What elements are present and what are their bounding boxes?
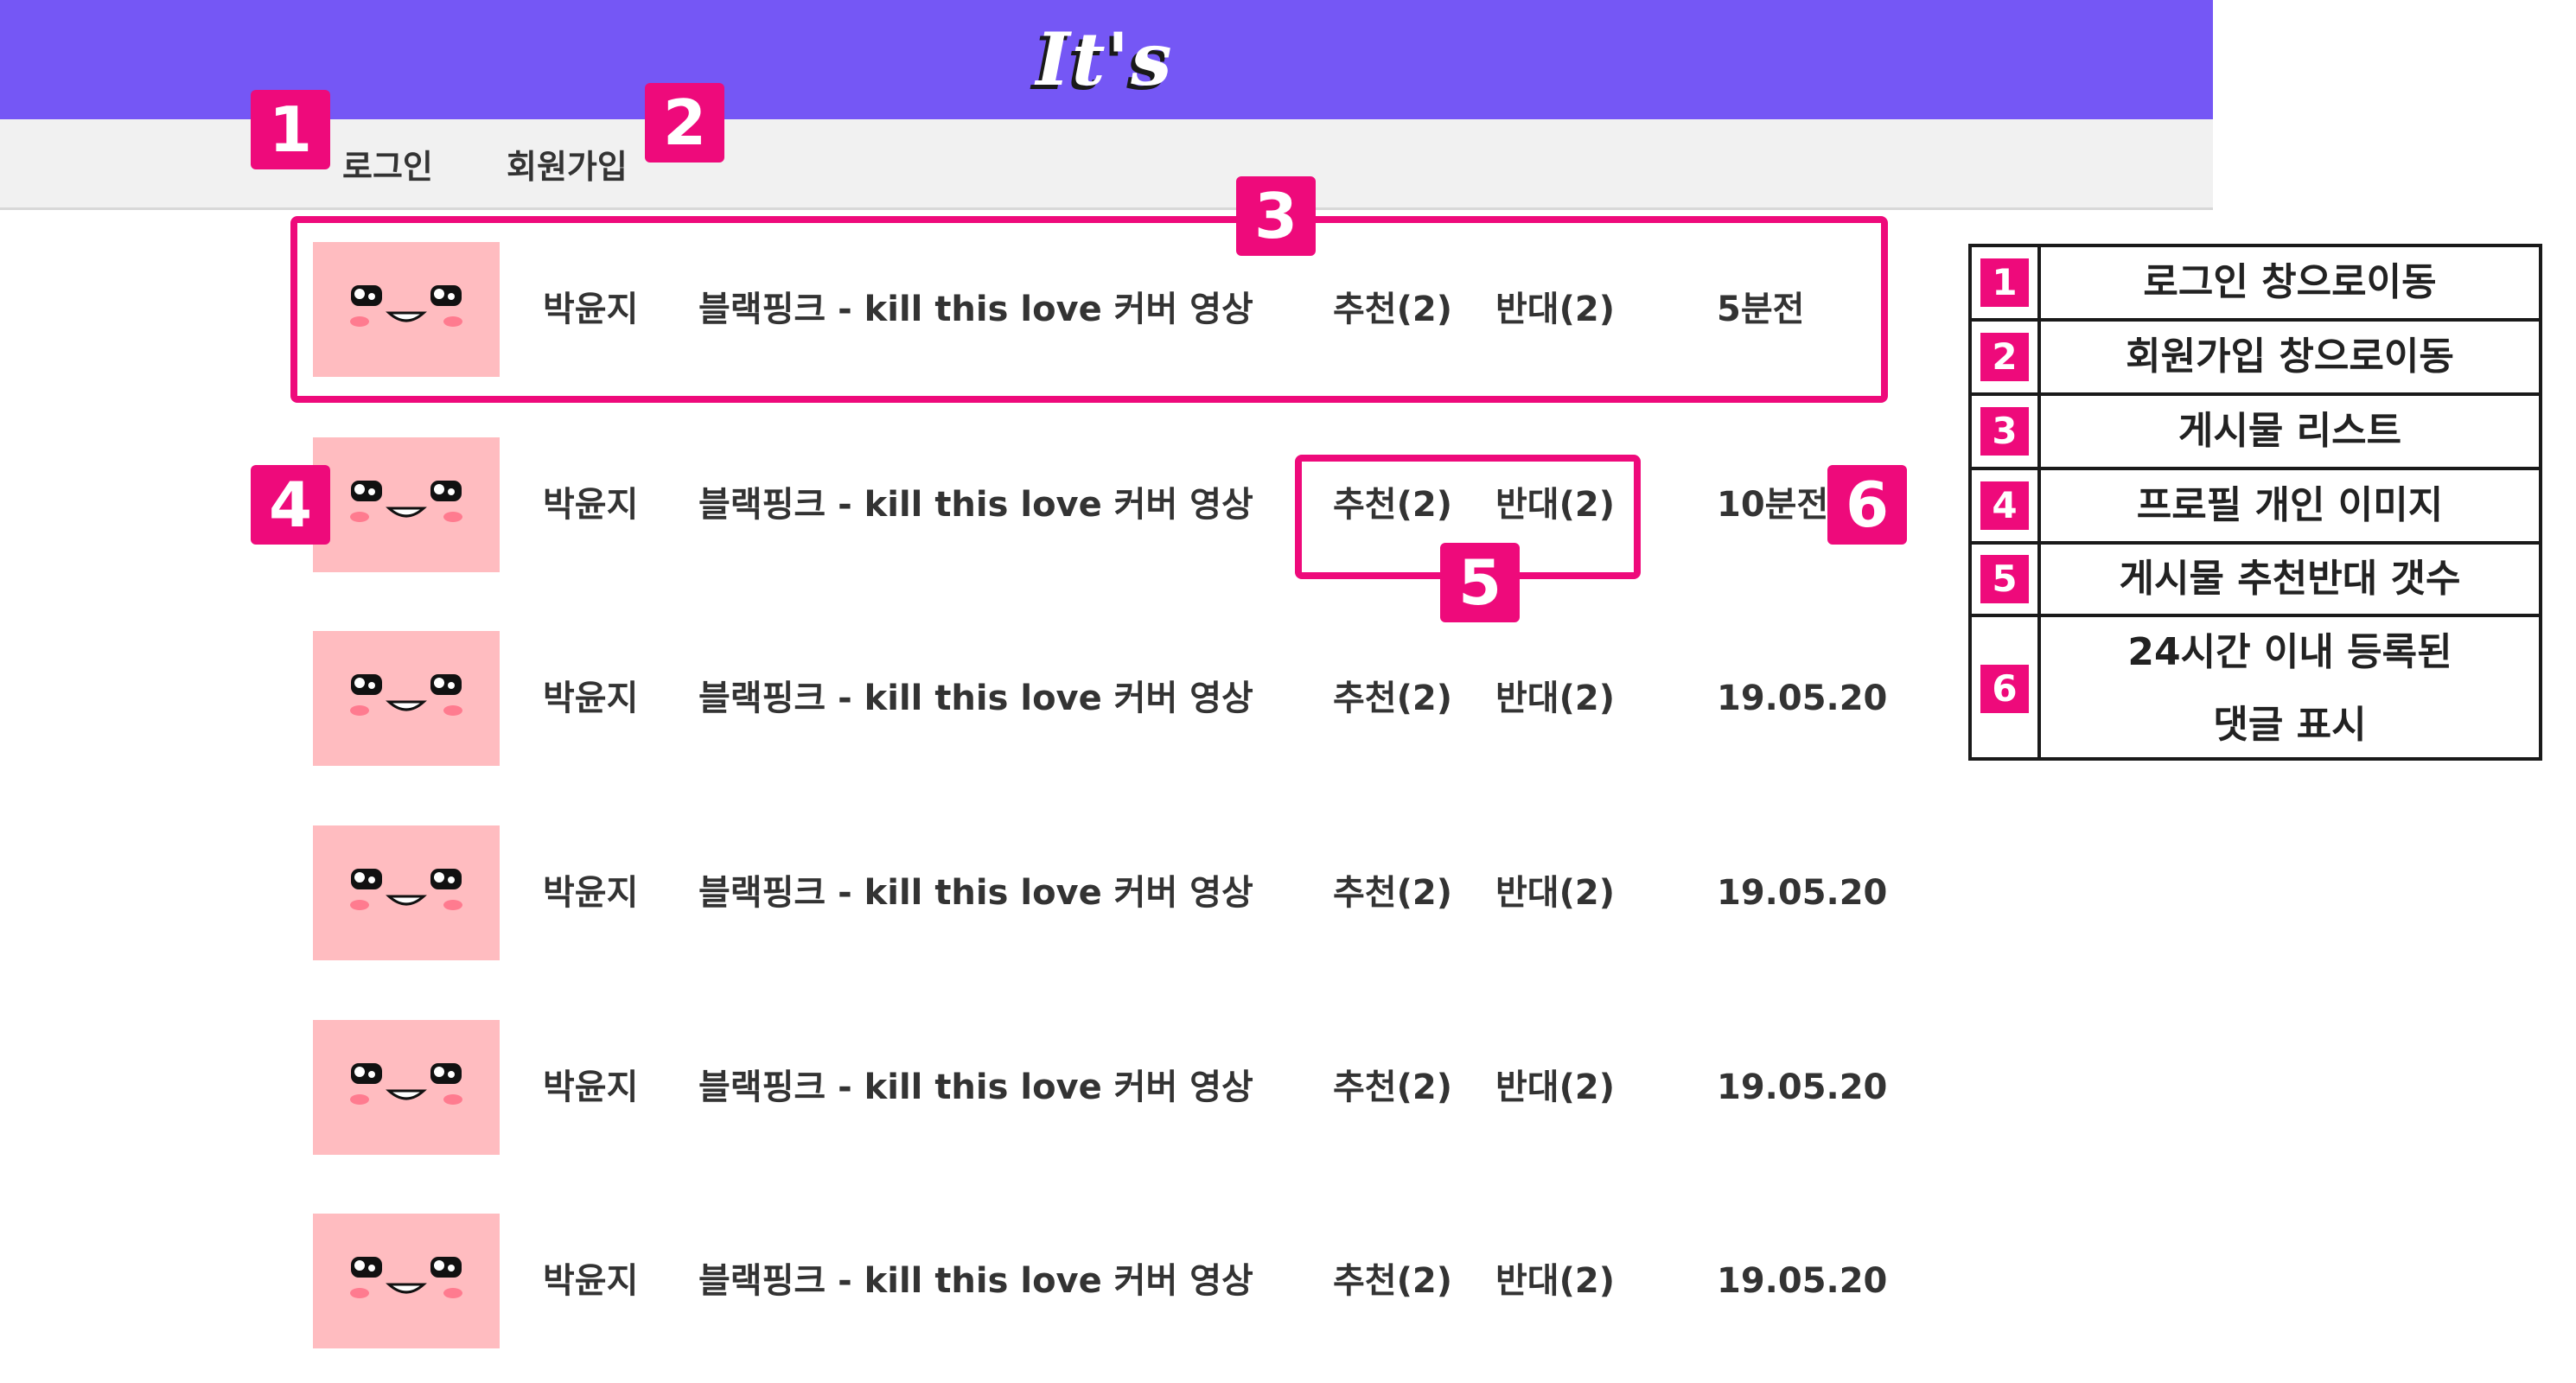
annotation-marker-5: 5 [1440,543,1520,622]
legend-number: 4 [1980,481,2029,530]
post-title[interactable]: 블랙핑크 - kill this love 커버 영상 [698,1214,1253,1348]
downvote-button[interactable]: 반대(2) [1495,631,1615,766]
legend-description: 게시물 추천반대 갯수 [2119,557,2461,601]
post-time: 10분전 [1717,485,1829,525]
legend-row: 5 게시물 추천반대 갯수 [1972,545,2539,617]
post-author: 박윤지 [543,1261,639,1301]
downvote-button[interactable]: 반대(2) [1495,1020,1615,1155]
legend-description-line: 24시간 이내 등록된 [2127,630,2452,674]
post-author: 박윤지 [543,679,639,718]
legend-number: 2 [1980,333,2029,381]
annotation-marker-4: 4 [251,465,330,545]
legend-number: 5 [1980,555,2029,603]
profile-avatar[interactable] [313,437,500,572]
profile-avatar[interactable] [313,1214,500,1348]
cute-face-icon [350,674,462,716]
upvote-button[interactable]: 추천(2) [1333,825,1452,960]
post-list-highlight-box [290,216,1888,403]
post-time: 19.05.20 [1717,1261,1888,1301]
post-time: 19.05.20 [1717,679,1888,718]
annotation-marker-2: 2 [645,83,724,163]
cute-face-icon [350,1063,462,1105]
annotation-marker-6: 6 [1827,465,1907,545]
upvote-button[interactable]: 추천(2) [1333,1214,1452,1348]
post-time: 19.05.20 [1717,1068,1888,1107]
legend-number: 3 [1980,407,2029,456]
profile-avatar[interactable] [313,825,500,960]
upvote-button[interactable]: 추천(2) [1333,1020,1452,1155]
legend-description: 게시물 리스트 [2177,409,2402,453]
post-row[interactable]: 박윤지 블랙핑크 - kill this love 커버 영상 추천(2) 반대… [0,631,1902,766]
post-row[interactable]: 박윤지 블랙핑크 - kill this love 커버 영상 추천(2) 반대… [0,1214,1902,1348]
downvote-button[interactable]: 반대(2) [1495,1214,1615,1348]
annotation-marker-1: 1 [251,90,330,169]
post-title[interactable]: 블랙핑크 - kill this love 커버 영상 [698,825,1253,960]
post-title[interactable]: 블랙핑크 - kill this love 커버 영상 [698,437,1253,572]
post-time: 19.05.20 [1717,873,1888,913]
navbar [0,119,2213,210]
cute-face-icon [350,481,462,522]
post-title[interactable]: 블랙핑크 - kill this love 커버 영상 [698,631,1253,766]
profile-avatar[interactable] [313,1020,500,1155]
cute-face-icon [350,1257,462,1298]
post-author: 박윤지 [543,1068,639,1107]
legend-row: 4 프로필 개인 이미지 [1972,470,2539,545]
legend-row: 2 회원가입 창으로이동 [1972,322,2539,396]
legend-description-line: 댓글 표시 [2213,703,2367,747]
post-title[interactable]: 블랙핑크 - kill this love 커버 영상 [698,1020,1253,1155]
signup-link[interactable]: 회원가입 [507,145,628,188]
post-row[interactable]: 박윤지 블랙핑크 - kill this love 커버 영상 추천(2) 반대… [0,825,1902,960]
legend-description: 로그인 창으로이동 [2143,260,2437,304]
legend-description: 프로필 개인 이미지 [2136,483,2444,527]
post-author: 박윤지 [543,873,639,913]
legend-row: 6 24시간 이내 등록된 댓글 표시 [1972,617,2539,761]
profile-avatar[interactable] [313,631,500,766]
legend-description: 회원가입 창으로이동 [2126,335,2454,379]
legend-number: 1 [1980,258,2029,307]
legend-row: 3 게시물 리스트 [1972,396,2539,470]
login-link[interactable]: 로그인 [342,145,433,188]
post-row[interactable]: 박윤지 블랙핑크 - kill this love 커버 영상 추천(2) 반대… [0,1020,1902,1155]
cute-face-icon [350,869,462,910]
upvote-button[interactable]: 추천(2) [1333,631,1452,766]
app-logo[interactable]: It's Litt [984,12,1226,197]
legend-description: 24시간 이내 등록된 댓글 표시 [2041,617,2539,761]
annotation-marker-3: 3 [1236,176,1316,256]
post-author: 박윤지 [543,485,639,525]
annotation-legend-table: 1 로그인 창으로이동 2 회원가입 창으로이동 3 게시물 리스트 4 프로필… [1968,244,2542,761]
legend-row: 1 로그인 창으로이동 [1972,247,2539,322]
downvote-button[interactable]: 반대(2) [1495,825,1615,960]
app-header: It's Litt [0,0,2213,197]
legend-number: 6 [1980,665,2029,713]
